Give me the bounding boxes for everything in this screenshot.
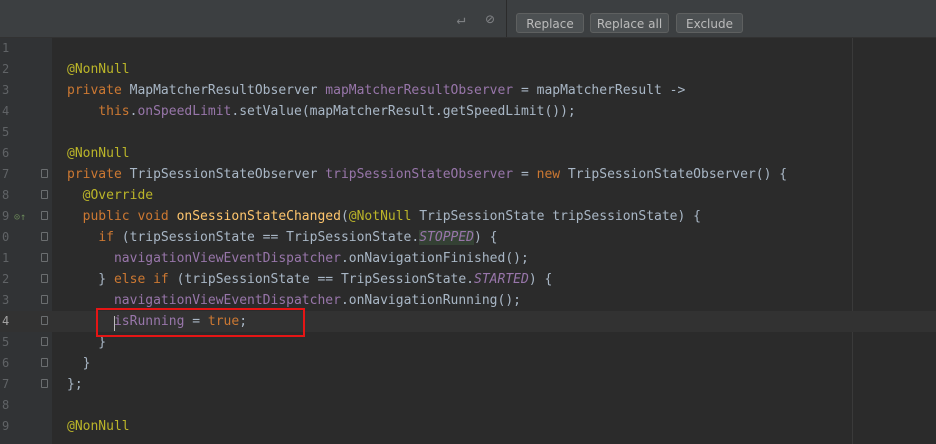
code-text[interactable]: @NonNull [67,59,130,80]
toolbar-divider [506,0,507,37]
code-text[interactable]: } else if (tripSessionState == TripSessi… [67,269,552,290]
line-number: 0 [2,230,10,244]
line-number: 8 [2,188,10,202]
enter-icon[interactable]: ↵ [451,10,471,28]
code-text[interactable]: this.onSpeedLimit.setValue(mapMatcherRes… [67,101,575,122]
code-text[interactable]: navigationViewEventDispatcher.onNavigati… [67,248,529,269]
code-text[interactable]: public void onSessionStateChanged(@NotNu… [67,206,701,227]
fold-marker-icon[interactable] [41,253,48,262]
code-line[interactable]: 2 } else if (tripSessionState == TripSes… [0,269,936,290]
line-number: 6 [2,146,10,160]
line-number: 3 [2,293,10,307]
code-line[interactable]: 0 if (tripSessionState == TripSessionSta… [0,227,936,248]
code-text[interactable]: }; [67,374,83,395]
fold-marker-icon[interactable] [41,232,48,241]
fold-marker-icon[interactable] [41,169,48,178]
fold-marker-icon[interactable] [41,190,48,199]
code-line[interactable]: 8 [0,395,936,416]
code-text[interactable]: private TripSessionStateObserver tripSes… [67,164,787,185]
code-line[interactable]: 7}; [0,374,936,395]
code-text[interactable]: @Override [67,185,153,206]
highlight-box [96,308,305,337]
line-number: 2 [2,272,10,286]
fold-marker-icon[interactable] [41,337,48,346]
code-text[interactable]: @NonNull [67,416,130,437]
line-number: 6 [2,356,10,370]
code-line[interactable]: 7 private TripSessionStateObserver tripSe… [0,164,936,185]
code-line[interactable]: 6 } [0,353,936,374]
replace-all-button[interactable]: Replace all [590,13,669,33]
line-number: 9 [2,419,10,433]
line-number: 4 [2,314,10,328]
search-replace-toolbar: ↵ ⊘ Replace Replace all Exclude [0,0,936,38]
code-text[interactable]: private MapMatcherResultObserver mapMatc… [67,80,685,101]
replace-button[interactable]: Replace [516,13,584,33]
line-number: 5 [2,125,10,139]
line-number: 4 [2,104,10,118]
search-field-area[interactable] [0,0,505,37]
exclude-button[interactable]: Exclude [676,13,743,33]
override-method-icon[interactable]: ⊙↑ [14,212,26,223]
code-text[interactable]: if (tripSessionState == TripSessionState… [67,227,498,248]
code-line[interactable]: 2 @NonNull [0,59,936,80]
fold-marker-icon[interactable] [41,274,48,283]
code-line[interactable]: 4 this.onSpeedLimit.setValue(mapMatcherR… [0,101,936,122]
line-number: 8 [2,398,10,412]
code-text[interactable]: @NonNull [67,143,130,164]
fold-marker-icon[interactable] [41,379,48,388]
code-line[interactable]: 8 @Override [0,185,936,206]
fold-marker-icon[interactable] [41,358,48,367]
fold-marker-icon[interactable] [41,211,48,220]
line-number: 5 [2,335,10,349]
fold-marker-icon[interactable] [41,295,48,304]
line-number: 3 [2,83,10,97]
code-line[interactable]: 1 navigationViewEventDispatcher.onNaviga… [0,248,936,269]
code-line[interactable]: 6 @NonNull [0,143,936,164]
line-number: 7 [2,167,10,181]
line-number: 9 [2,209,10,223]
line-number: 2 [2,62,10,76]
line-number: 1 [2,251,10,265]
code-line[interactable]: 9 @NonNull [0,416,936,437]
fold-marker-icon[interactable] [41,316,48,325]
line-number: 1 [2,41,10,55]
code-line[interactable]: 3 private MapMatcherResultObserver mapMat… [0,80,936,101]
code-line[interactable]: 5 [0,122,936,143]
line-number: 7 [2,377,10,391]
code-text[interactable]: } [67,353,91,374]
code-line[interactable]: 9 public void onSessionStateChanged(@Not… [0,206,936,227]
regex-icon[interactable]: ⊘ [480,10,500,28]
text-caret [114,316,115,331]
code-line[interactable]: 1 [0,38,936,59]
